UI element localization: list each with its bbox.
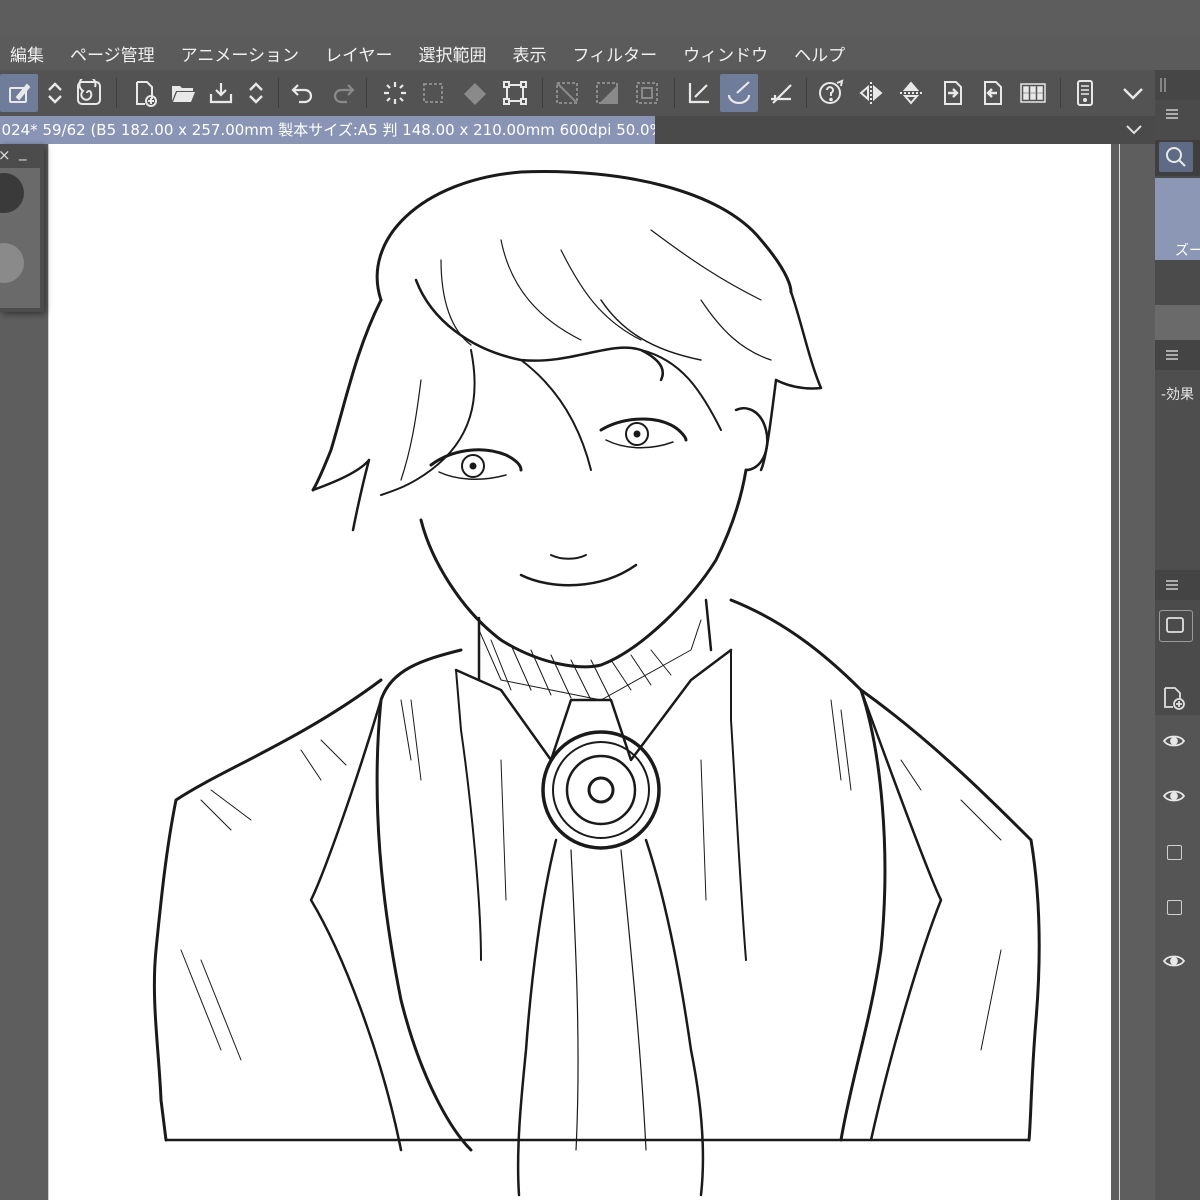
updown-arrows-icon[interactable] [237, 74, 275, 112]
ruler-icon[interactable] [762, 74, 800, 112]
flip-horizontal-icon[interactable] [852, 74, 890, 112]
layer-row[interactable] [1155, 880, 1200, 938]
menu-layer[interactable]: レイヤー [312, 41, 406, 66]
updown-arrows-icon[interactable] [36, 74, 74, 112]
menu-filter[interactable]: フィルター [560, 41, 671, 66]
menu-selection[interactable]: 選択範囲 [406, 41, 500, 66]
search-icon [1166, 147, 1186, 167]
toolbar-separator [366, 78, 367, 108]
menu-help[interactable]: ヘルプ [781, 41, 858, 66]
pen-pressure-icon[interactable] [680, 74, 718, 112]
property-panel-header [1155, 340, 1200, 370]
color-swatch-area [0, 168, 40, 308]
open-folder-icon[interactable] [164, 74, 202, 112]
document-tab-label: 2024* 59/62 (B5 182.00 x 257.00mm 製本サイズ:… [0, 121, 655, 139]
tab-list-chevron-icon[interactable] [1122, 118, 1146, 142]
menu-window[interactable]: ウィンドウ [670, 41, 781, 66]
toolbar-separator [116, 78, 117, 108]
spiral-icon[interactable] [70, 74, 108, 112]
sub-color-swatch[interactable] [0, 243, 24, 283]
visibility-checkbox[interactable] [1167, 845, 1182, 860]
menu-bar: 編集 ページ管理 アニメーション レイヤー 選択範囲 表示 フィルター ウィンド… [0, 36, 1200, 70]
toolbar-separator [542, 78, 543, 108]
redo-icon[interactable] [324, 74, 362, 112]
layer-row[interactable] [1155, 825, 1200, 883]
previous-page-icon[interactable] [974, 74, 1012, 112]
visibility-eye-icon[interactable] [1163, 733, 1185, 749]
panel-close-icon[interactable]: × [0, 144, 11, 166]
layer-panel-header [1155, 570, 1200, 600]
layer-row[interactable] [1155, 715, 1200, 773]
zoom-label: ズー [1175, 243, 1200, 259]
effect-label: -効果 [1161, 387, 1195, 403]
new-layer-icon[interactable] [1161, 685, 1187, 711]
brush-icon[interactable] [720, 74, 758, 112]
visibility-eye-icon[interactable] [1163, 953, 1185, 969]
panel-grip [1155, 70, 1200, 100]
menu-edit[interactable]: 編集 [0, 41, 57, 66]
navigator-toolbar [1155, 140, 1200, 176]
new-page-icon[interactable] [126, 74, 164, 112]
bleed-guide-line [1119, 144, 1120, 1200]
menu-page-management[interactable]: ページ管理 [57, 41, 168, 66]
deselect-icon[interactable] [548, 74, 586, 112]
toolbar-separator [1060, 78, 1061, 108]
loading-spinner-icon[interactable] [376, 74, 414, 112]
visibility-eye-icon[interactable] [1163, 788, 1185, 804]
fill-icon[interactable] [456, 74, 494, 112]
toolbar-separator [806, 78, 807, 108]
panel-minimize-icon[interactable]: _ [19, 141, 27, 163]
command-bar [0, 70, 1155, 116]
device-icon[interactable] [1066, 74, 1104, 112]
flip-vertical-icon[interactable] [892, 74, 930, 112]
toolbar-separator [674, 78, 675, 108]
canvas-area[interactable] [0, 144, 1155, 1200]
zoom-panel[interactable]: ズー [1155, 178, 1200, 260]
help-icon[interactable] [812, 74, 850, 112]
menu-view[interactable]: 表示 [500, 41, 560, 66]
color-panel: × _ [0, 141, 44, 312]
layer-mode-button[interactable] [1159, 610, 1193, 642]
edit-brush-icon[interactable] [0, 74, 38, 112]
toolbar-separator [278, 78, 279, 108]
layer-list-empty-area [1155, 992, 1200, 1200]
invert-selection-icon[interactable] [588, 74, 626, 112]
document-tab-bar: 2024* 59/62 (B5 182.00 x 257.00mm 製本サイズ:… [0, 116, 1155, 144]
line-art-drawing [152, 170, 1041, 1197]
main-color-swatch[interactable] [0, 173, 24, 213]
page-grid-icon[interactable] [1014, 74, 1052, 112]
layer-square-icon [1166, 617, 1184, 633]
visibility-checkbox[interactable] [1167, 900, 1182, 915]
layer-row[interactable] [1155, 935, 1200, 993]
next-page-icon[interactable] [934, 74, 972, 112]
select-all-icon[interactable] [414, 74, 452, 112]
grip-icon [1160, 78, 1166, 92]
panel-menu-icon[interactable] [1165, 108, 1179, 120]
zoom-search-button[interactable] [1159, 142, 1193, 172]
layer-row[interactable] [1155, 770, 1200, 828]
chevron-down-icon[interactable] [1114, 74, 1152, 112]
panel-menu-icon[interactable] [1165, 349, 1179, 361]
panel-menu-icon[interactable] [1165, 579, 1179, 591]
canvas-paper[interactable] [48, 144, 1120, 1200]
navigator-slider-area[interactable] [1155, 305, 1200, 340]
export-icon[interactable] [202, 74, 240, 112]
menu-animation[interactable]: アニメーション [168, 41, 312, 66]
navigator-panel-header [1155, 100, 1200, 130]
title-bar [0, 0, 1200, 36]
document-tab[interactable]: 2024* 59/62 (B5 182.00 x 257.00mm 製本サイズ:… [0, 116, 655, 144]
transform-icon[interactable] [496, 74, 534, 112]
right-panel-dock: ズー -効果 [1155, 70, 1200, 1200]
selection-frame-icon[interactable] [628, 74, 666, 112]
property-panel: -効果 [1155, 370, 1200, 570]
undo-icon[interactable] [284, 74, 322, 112]
